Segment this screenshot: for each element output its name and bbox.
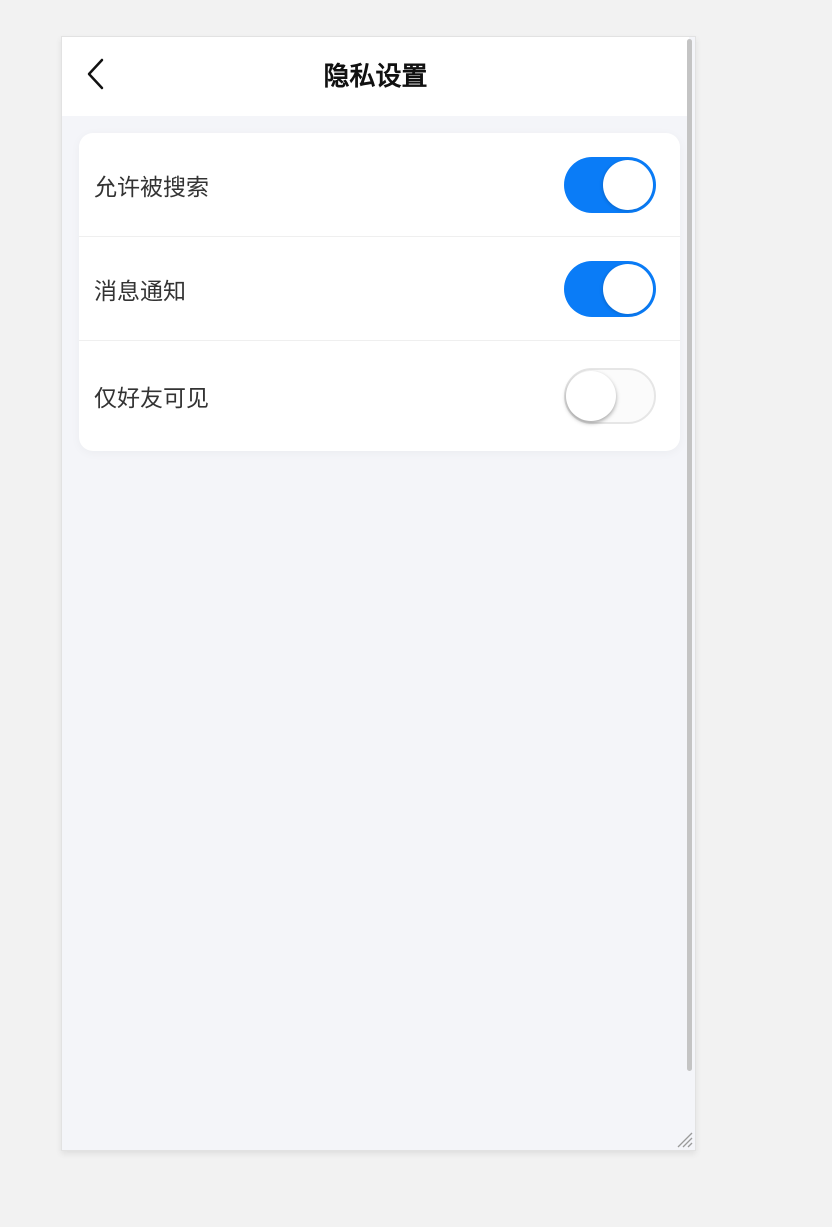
- searchable-toggle[interactable]: [564, 156, 656, 213]
- setting-row-searchable: 允许被搜索: [79, 133, 680, 237]
- setting-label: 允许被搜索: [94, 174, 209, 201]
- friends-only-toggle[interactable]: [564, 368, 656, 424]
- setting-row-friends-only: 仅好友可见: [79, 341, 680, 451]
- scrollbar[interactable]: [687, 39, 692, 1071]
- settings-card: 允许被搜索 消息通知 仅好友可见: [79, 133, 680, 451]
- setting-row-notifications: 消息通知: [79, 237, 680, 341]
- phone-frame: 隐私设置 允许被搜索 消息通知 仅好友可见: [61, 36, 696, 1151]
- page-title: 隐私设置: [323, 62, 428, 92]
- toggle-knob: [603, 263, 653, 314]
- setting-label: 消息通知: [94, 278, 186, 305]
- toggle-knob: [566, 371, 616, 421]
- setting-label: 仅好友可见: [94, 386, 209, 412]
- resize-grip-icon[interactable]: [673, 1128, 693, 1148]
- header-bar: 隐私设置: [62, 37, 689, 116]
- notifications-toggle[interactable]: [564, 260, 656, 317]
- toggle-knob: [603, 159, 653, 210]
